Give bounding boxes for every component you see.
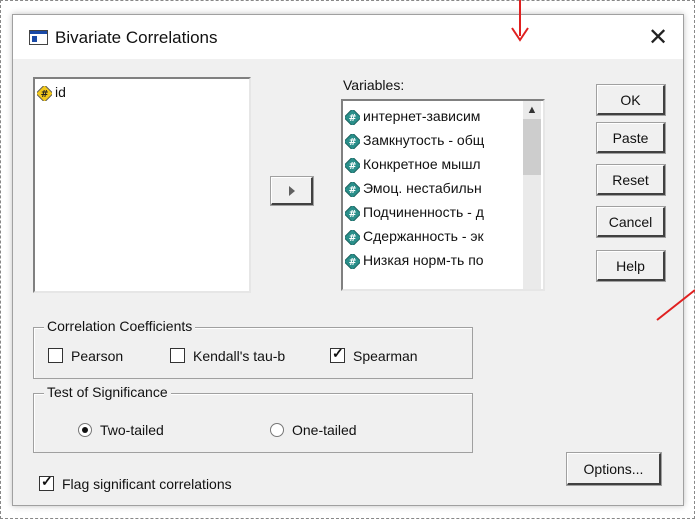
window-title: Bivariate Correlations — [55, 28, 218, 47]
spearman-label: Spearman — [353, 348, 418, 364]
scale-variable-icon: # — [345, 109, 360, 125]
numeric-variable-icon: # — [37, 85, 52, 101]
checkmark-icon: ✓ — [332, 345, 344, 361]
variables-scrollbar[interactable]: ▲ — [523, 101, 541, 289]
radio-selected-dot — [82, 427, 88, 433]
list-item-label: id — [55, 84, 66, 100]
right-arrow-icon — [289, 186, 295, 196]
options-button[interactable]: Options... — [566, 452, 662, 486]
list-item-label: Подчиненность - д — [363, 204, 484, 220]
list-item[interactable]: # Низкая норм-ть по — [345, 249, 523, 271]
dialog-window: Bivariate Correlations ✕ # id Variables:… — [12, 14, 684, 506]
scale-variable-icon: # — [345, 157, 360, 173]
two-tailed-label: Two-tailed — [100, 422, 164, 438]
svg-text:#: # — [349, 113, 357, 124]
kendall-box[interactable] — [170, 348, 185, 363]
kendall-checkbox[interactable]: Kendall's tau-b — [170, 347, 285, 365]
pearson-box[interactable] — [48, 348, 63, 363]
app-window-icon — [29, 30, 48, 45]
list-item-label: Эмоц. нестабильн — [363, 180, 482, 196]
two-tailed-radio-circle[interactable] — [78, 423, 92, 437]
source-variable-list[interactable]: # id — [33, 77, 251, 293]
scale-variable-icon: # — [345, 253, 360, 269]
list-item[interactable]: # Конкретное мышл — [345, 153, 523, 175]
pearson-label: Pearson — [71, 348, 124, 364]
variables-label: Variables: — [343, 77, 405, 93]
scroll-up-icon[interactable]: ▲ — [523, 101, 541, 119]
paste-button[interactable]: Paste — [596, 122, 666, 154]
spearman-box[interactable]: ✓ — [330, 345, 345, 363]
test-of-significance-group: Test of Significance Two-tailed One-tail… — [33, 384, 473, 453]
scale-variable-icon: # — [345, 133, 360, 149]
list-item[interactable]: # id — [37, 81, 66, 103]
cancel-button[interactable]: Cancel — [596, 206, 666, 238]
reset-button[interactable]: Reset — [596, 164, 666, 196]
svg-text:#: # — [41, 89, 49, 100]
one-tailed-label: One-tailed — [292, 422, 357, 438]
scale-variable-icon: # — [345, 205, 360, 221]
svg-text:#: # — [349, 257, 357, 268]
title-bar: Bivariate Correlations ✕ — [13, 15, 683, 59]
spearman-checkbox[interactable]: ✓ Spearman — [330, 345, 418, 365]
list-item[interactable]: # интернет-зависим — [345, 105, 523, 127]
svg-text:#: # — [349, 233, 357, 244]
selected-variables-list[interactable]: # интернет-зависим # Замкнутость - общ # Конк… — [341, 99, 545, 291]
scale-variable-icon: # — [345, 181, 360, 197]
list-item[interactable]: # Замкнутость - общ — [345, 129, 523, 151]
list-item-label: Сдержанность - эк — [363, 228, 484, 244]
two-tailed-radio[interactable]: Two-tailed — [78, 421, 164, 439]
one-tailed-radio[interactable]: One-tailed — [270, 421, 357, 439]
checkmark-icon: ✓ — [41, 473, 53, 489]
flag-significant-label: Flag significant correlations — [62, 476, 232, 492]
svg-text:#: # — [349, 137, 357, 148]
svg-text:#: # — [349, 185, 357, 196]
help-button[interactable]: Help — [596, 250, 666, 282]
list-item[interactable]: # Эмоц. нестабильн — [345, 177, 523, 199]
correlation-coefficients-legend: Correlation Coefficients — [44, 318, 196, 334]
list-item-label: Замкнутость - общ — [363, 132, 485, 148]
scale-variable-icon: # — [345, 229, 360, 245]
correlation-coefficients-group: Correlation Coefficients Pearson Kendall… — [33, 318, 473, 379]
test-of-significance-legend: Test of Significance — [44, 384, 171, 400]
svg-text:#: # — [349, 209, 357, 220]
pearson-checkbox[interactable]: Pearson — [48, 347, 123, 365]
svg-text:#: # — [349, 161, 357, 172]
list-item-label: Низкая норм-ть по — [363, 252, 484, 268]
flag-significant-checkbox[interactable]: ✓ Flag significant correlations — [39, 473, 232, 493]
list-item[interactable]: # Сдержанность - эк — [345, 225, 523, 247]
list-item-label: интернет-зависим — [363, 108, 481, 124]
ok-button[interactable]: OK — [596, 84, 666, 116]
kendall-label: Kendall's tau-b — [193, 348, 286, 364]
one-tailed-radio-circle[interactable] — [270, 423, 284, 437]
move-to-variables-button[interactable] — [270, 176, 314, 206]
list-item-label: Конкретное мышл — [363, 156, 481, 172]
flag-significant-box[interactable]: ✓ — [39, 473, 54, 491]
list-item[interactable]: # Подчиненность - д — [345, 201, 523, 223]
scroll-thumb[interactable] — [523, 119, 541, 175]
close-icon[interactable]: ✕ — [641, 23, 675, 53]
